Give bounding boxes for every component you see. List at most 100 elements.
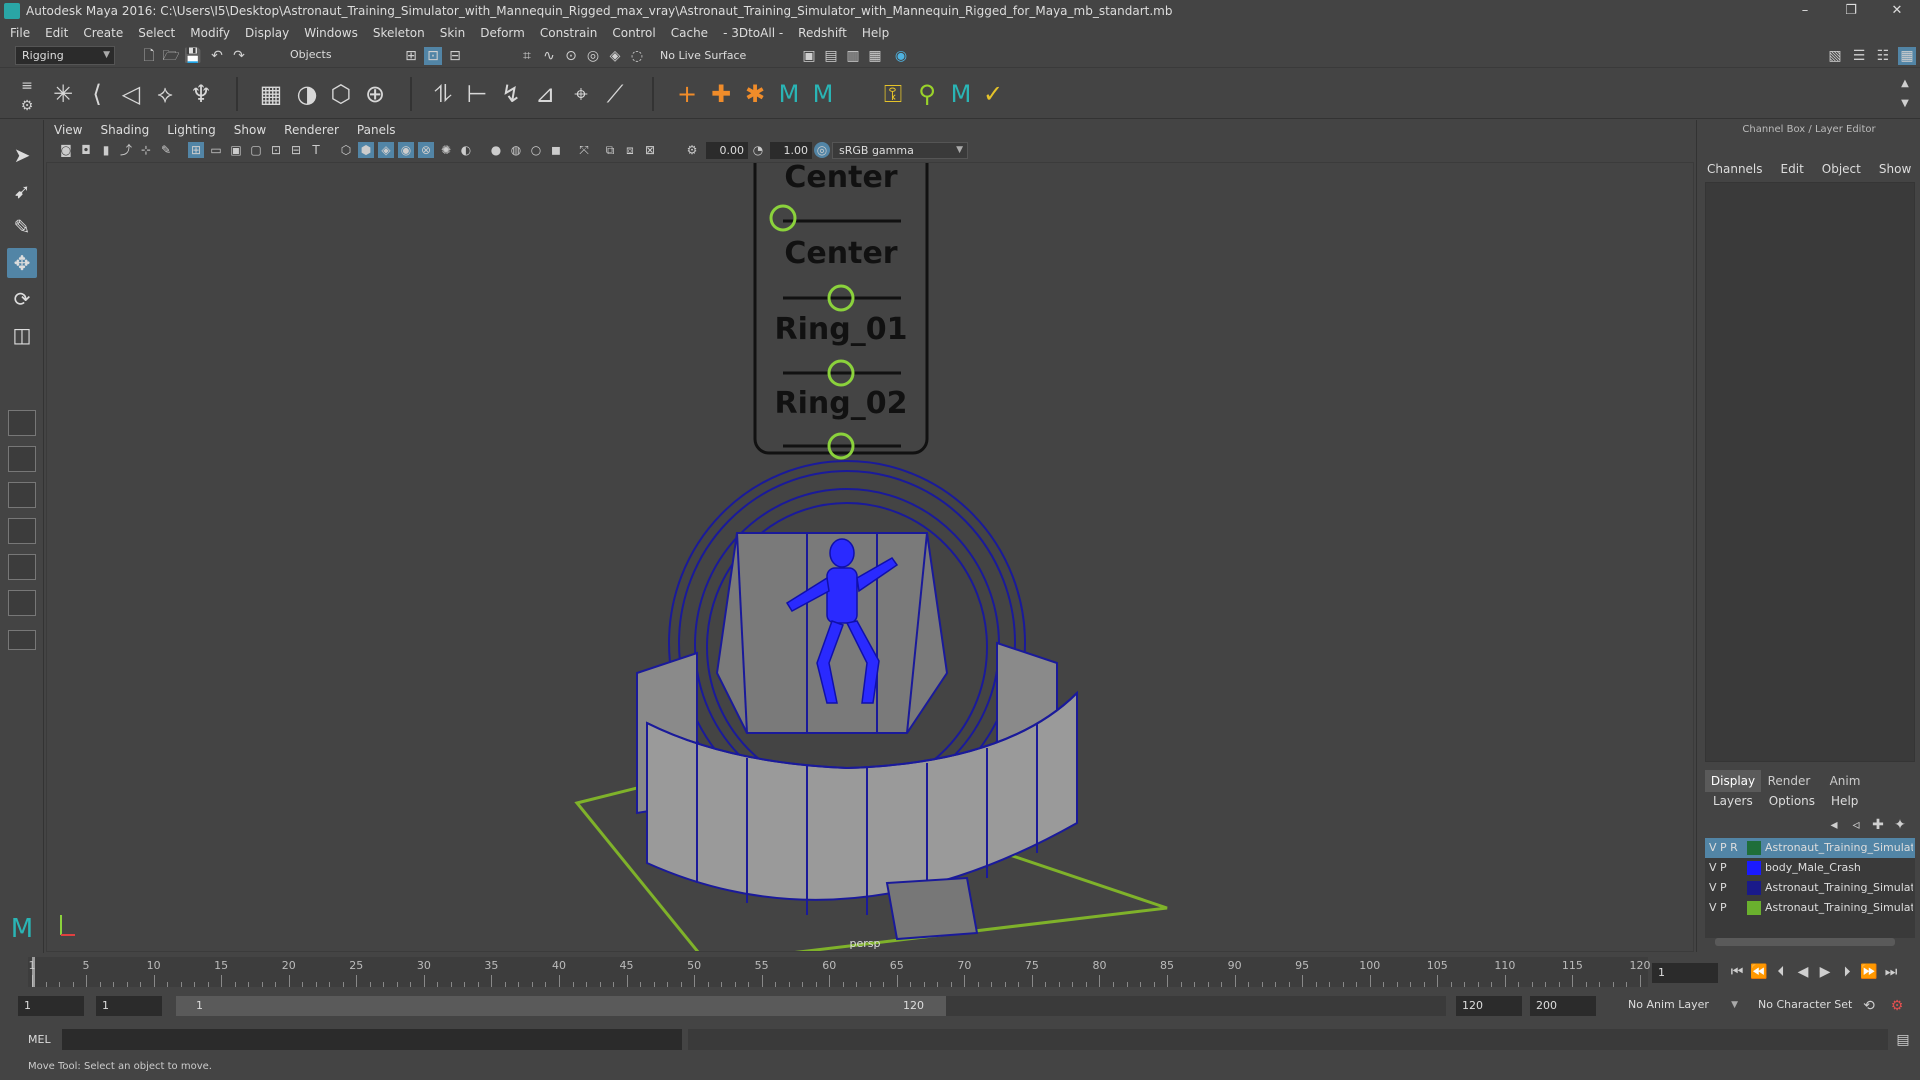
range-track[interactable]: [946, 996, 1446, 1016]
smooth-bind-icon[interactable]: ⊢: [462, 79, 492, 109]
panel-menu-renderer[interactable]: Renderer: [284, 123, 339, 137]
new-layer-from-selection-icon[interactable]: ✦: [1891, 816, 1909, 834]
maximize-button[interactable]: ❐: [1828, 0, 1874, 22]
layer-row[interactable]: V P R Astronaut_Training_Simulato: [1705, 838, 1915, 858]
snap-view-plane-icon[interactable]: ◈: [606, 47, 624, 65]
textured-icon[interactable]: ◉: [398, 142, 414, 158]
go-to-end-icon[interactable]: ⏭: [1882, 963, 1900, 981]
driven-key-icon[interactable]: ⚿: [878, 79, 908, 109]
animation-start-field[interactable]: 1: [18, 996, 84, 1016]
make-live-icon[interactable]: ◌: [628, 47, 646, 65]
command-input[interactable]: [62, 1029, 682, 1050]
playback-end-field[interactable]: 120: [1456, 996, 1522, 1016]
xray-active-icon[interactable]: ⧈: [622, 142, 638, 158]
select-by-hierarchy-icon[interactable]: ⊞: [402, 47, 420, 65]
play-forwards-icon[interactable]: ▶: [1816, 963, 1834, 981]
orient-constraint-icon[interactable]: ✱: [740, 79, 770, 109]
camera-select-icon[interactable]: ◙: [58, 142, 74, 158]
shelf-scroll-up-icon[interactable]: ▲: [1896, 75, 1914, 93]
depth-of-field-icon[interactable]: ◼: [548, 142, 564, 158]
xray-joints-icon[interactable]: ⊗: [418, 142, 434, 158]
shelf-menu-icon[interactable]: ≡: [18, 77, 36, 95]
menu-item-edit[interactable]: Edit: [45, 26, 68, 40]
layer-menu-layers[interactable]: Layers: [1713, 794, 1753, 808]
render-frame-icon[interactable]: ▤: [822, 47, 840, 65]
open-scene-icon[interactable]: 🗁: [162, 47, 180, 65]
aim-constraint-icon[interactable]: ✚: [706, 79, 736, 109]
human-ik-icon[interactable]: ♆: [186, 79, 216, 109]
range-bar[interactable]: 1 120: [176, 996, 946, 1016]
layer-color-swatch[interactable]: [1747, 881, 1761, 895]
exposure-icon[interactable]: ⚙: [684, 142, 700, 158]
blend-shape-icon[interactable]: ⊕: [360, 79, 390, 109]
menu-item-3dtoall[interactable]: - 3DtoAll -: [723, 26, 783, 40]
attribute-editor-icon[interactable]: ☰: [1850, 47, 1868, 65]
layer-menu-options[interactable]: Options: [1769, 794, 1815, 808]
step-back-key-icon[interactable]: ⏪: [1750, 963, 1768, 981]
modeling-toolkit-icon[interactable]: ▧: [1826, 47, 1844, 65]
new-scene-icon[interactable]: 🗋: [140, 47, 158, 65]
smooth-shade-icon[interactable]: ⬢: [358, 142, 374, 158]
resolution-gate-icon[interactable]: ▣: [228, 142, 244, 158]
maya-script-icon[interactable]: M: [774, 79, 804, 109]
close-button[interactable]: ✕: [1874, 0, 1920, 22]
2d-pan-zoom-icon[interactable]: ⊹: [138, 142, 154, 158]
color-space-dropdown[interactable]: sRGB gamma ▼: [832, 142, 968, 159]
menu-item-select[interactable]: Select: [138, 26, 175, 40]
persp-graph-layout-icon[interactable]: [8, 518, 36, 544]
layer-menu-help[interactable]: Help: [1831, 794, 1858, 808]
set-key-icon[interactable]: ⚲: [912, 79, 942, 109]
channel-box-toggle-icon[interactable]: ▦: [1898, 47, 1916, 65]
channel-box-area[interactable]: [1705, 182, 1915, 762]
time-ruler[interactable]: 1510152025303540455055606570758085909510…: [28, 957, 1651, 987]
layer-color-swatch[interactable]: [1747, 841, 1761, 855]
animation-end-field[interactable]: 200: [1530, 996, 1596, 1016]
panel-menu-panels[interactable]: Panels: [357, 123, 396, 137]
go-to-start-icon[interactable]: ⏮: [1728, 963, 1746, 981]
camera-attributes-icon[interactable]: ◘: [78, 142, 94, 158]
menu-item-skeleton[interactable]: Skeleton: [373, 26, 425, 40]
checkmark-icon[interactable]: ✓: [978, 79, 1008, 109]
anti-aliasing-icon[interactable]: ○: [528, 142, 544, 158]
panel-menu-show[interactable]: Show: [234, 123, 266, 137]
mel-label[interactable]: MEL: [28, 1033, 51, 1046]
layer-row[interactable]: V P body_Male_Crash: [1705, 858, 1915, 878]
panel-menu-lighting[interactable]: Lighting: [167, 123, 216, 137]
layer-visibility-flags[interactable]: V P: [1709, 878, 1749, 898]
new-layer-icon[interactable]: ✚: [1869, 816, 1887, 834]
use-all-lights-icon[interactable]: ✺: [438, 142, 454, 158]
mirror-weights-icon[interactable]: ⌖: [566, 79, 596, 109]
select-tool-icon[interactable]: ➤: [7, 140, 37, 170]
slider-control-circle[interactable]: [769, 204, 797, 232]
field-chart-icon[interactable]: ⊡: [268, 142, 284, 158]
shadows-icon[interactable]: ◐: [458, 142, 474, 158]
menu-item-cache[interactable]: Cache: [671, 26, 708, 40]
gate-mask-icon[interactable]: ▢: [248, 142, 264, 158]
animation-preferences-icon[interactable]: ⚙: [1888, 997, 1906, 1015]
step-forward-frame-icon[interactable]: ⏵: [1838, 963, 1856, 981]
point-constraint-icon[interactable]: +: [672, 79, 702, 109]
astronaut-simulator-model[interactable]: [636, 460, 1078, 941]
mel-script-icon[interactable]: M: [808, 79, 838, 109]
menu-item-windows[interactable]: Windows: [304, 26, 358, 40]
script-editor-icon[interactable]: ▤: [1894, 1031, 1912, 1049]
wrap-icon[interactable]: ⬡: [326, 79, 356, 109]
rotate-tool-icon[interactable]: ⟳: [7, 284, 37, 314]
gamma-field[interactable]: 1.00: [770, 142, 812, 159]
snap-curve-icon[interactable]: ∿: [540, 47, 558, 65]
menu-item-display[interactable]: Display: [245, 26, 289, 40]
layer-color-swatch[interactable]: [1747, 901, 1761, 915]
channel-box-menu-channels[interactable]: Channels: [1707, 162, 1763, 176]
xray-components-icon[interactable]: ⊠: [642, 142, 658, 158]
snap-projected-icon[interactable]: ◎: [584, 47, 602, 65]
layer-color-swatch[interactable]: [1747, 861, 1761, 875]
select-by-component-icon[interactable]: ⊟: [446, 47, 464, 65]
wireframe-icon[interactable]: ⬡: [338, 142, 354, 158]
panel-menu-shading[interactable]: Shading: [100, 123, 149, 137]
channel-box-menu-object[interactable]: Object: [1822, 162, 1861, 176]
menu-item-create[interactable]: Create: [83, 26, 123, 40]
shelf-scroll-down-icon[interactable]: ▼: [1896, 95, 1914, 113]
safe-title-icon[interactable]: T: [308, 142, 324, 158]
move-layer-down-icon[interactable]: ◃: [1847, 816, 1865, 834]
mirror-joint-icon[interactable]: ⟡: [150, 79, 180, 109]
